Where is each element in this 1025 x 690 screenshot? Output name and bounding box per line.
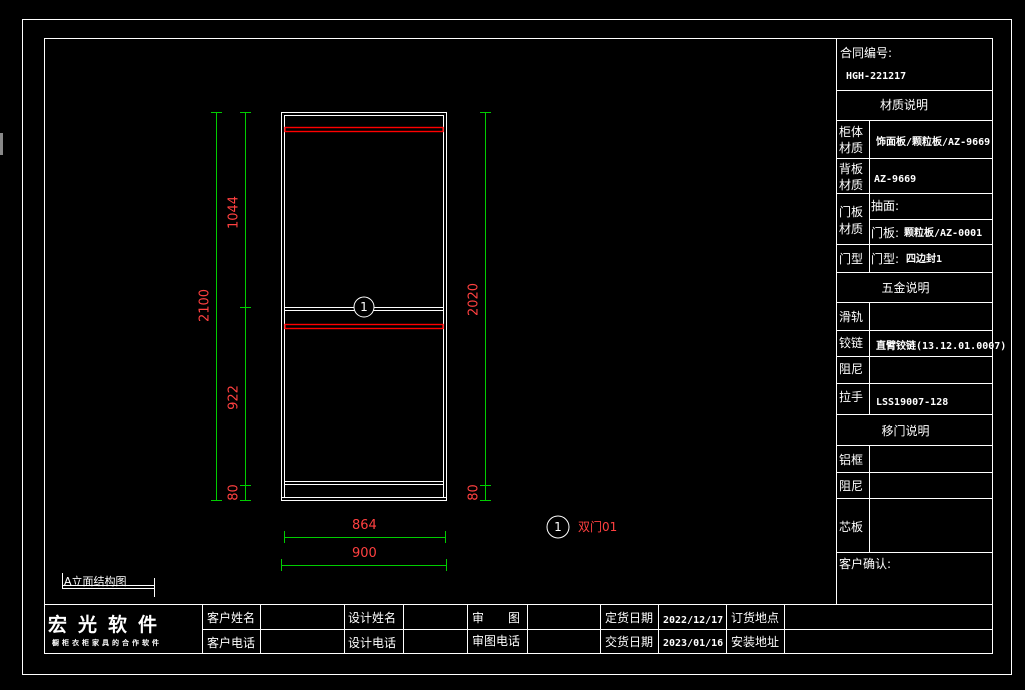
handle-label: 拉手 (839, 390, 864, 404)
legend-marker-label: 1 (554, 520, 562, 534)
dim-lower-height: 922 (226, 385, 242, 410)
designer-phone-label: 设计电话 (348, 636, 397, 650)
door-type-value: 四边封1 (906, 254, 943, 265)
customer-name-label: 客户姓名 (207, 611, 256, 625)
contract-number: HGH-221217 (846, 71, 907, 82)
door-material-label-1: 门板 (839, 205, 864, 219)
back-material-label-1: 背板 (839, 162, 864, 176)
dim-inner-width: 864 (352, 518, 377, 533)
dim-outer-width: 900 (352, 546, 377, 561)
customer-phone-label: 客户电话 (207, 636, 256, 650)
delivery-date-label: 交货日期 (605, 635, 654, 649)
dim-base-right: 80 (466, 484, 482, 501)
order-place-label: 订货地点 (731, 611, 780, 625)
review-label: 审 图 (472, 611, 521, 625)
dim-total-height: 2100 (197, 288, 213, 323)
door-panel-prefix: 门板: (871, 226, 900, 240)
back-material-value: AZ-9669 (874, 174, 917, 185)
legend-text: 双门01 (578, 520, 618, 534)
dim-inner-height: 2020 (466, 282, 482, 317)
install-address-label: 安装地址 (731, 635, 780, 649)
door-type-prefix: 门型: (871, 252, 900, 266)
side-scroll-handle[interactable] (0, 133, 3, 155)
frame-label: 铝框 (839, 453, 864, 467)
hinge-value: 直臂铰链(13.12.01.0007) (876, 341, 1007, 352)
customer-confirm-label: 客户确认: (839, 557, 892, 571)
door-type-label: 门型 (839, 252, 864, 266)
dimension-lines (211, 112, 491, 571)
view-title: A立面结构图 (64, 575, 127, 588)
rail-label: 滑轨 (839, 310, 864, 324)
review-phone-label: 审图电话 (472, 634, 521, 648)
order-date-label: 定货日期 (605, 611, 654, 625)
dim-base-left: 80 (226, 484, 242, 501)
door-panel-value: 颗粒板/AZ-0001 (904, 228, 983, 239)
cabinet-material-label-1: 柜体 (839, 125, 864, 139)
back-material-label-2: 材质 (839, 178, 864, 192)
damper-label: 阻尼 (839, 362, 864, 376)
handle-value: LSS19007-128 (876, 397, 949, 408)
delivery-date-value: 2023/01/16 (663, 638, 724, 649)
material-header: 材质说明 (879, 98, 928, 112)
contract-label: 合同编号: (840, 46, 893, 60)
cabinet-material-label-2: 材质 (839, 141, 864, 155)
door-material-label-2: 材质 (839, 222, 864, 236)
brand-name: 宏光软件 (48, 614, 169, 636)
section-marker-label: 1 (360, 300, 368, 314)
outer-frame (22, 19, 1012, 675)
designer-name-label: 设计姓名 (348, 611, 397, 625)
order-date-value: 2022/12/17 (663, 615, 724, 626)
sliding-door-header: 移门说明 (881, 424, 930, 438)
drawer-face-label: 抽面: (871, 199, 900, 213)
hardware-header: 五金说明 (881, 281, 930, 295)
cabinet-material-value: 饰面板/颗粒板/AZ-9669 (876, 137, 991, 148)
core-panel-label: 芯板 (839, 520, 864, 534)
brand-tagline: 橱柜衣柜家具的合作软件 (52, 639, 162, 647)
sliding-damper-label: 阻尼 (839, 479, 864, 493)
dim-upper-height: 1044 (226, 195, 242, 230)
hinge-label: 铰链 (839, 336, 864, 350)
